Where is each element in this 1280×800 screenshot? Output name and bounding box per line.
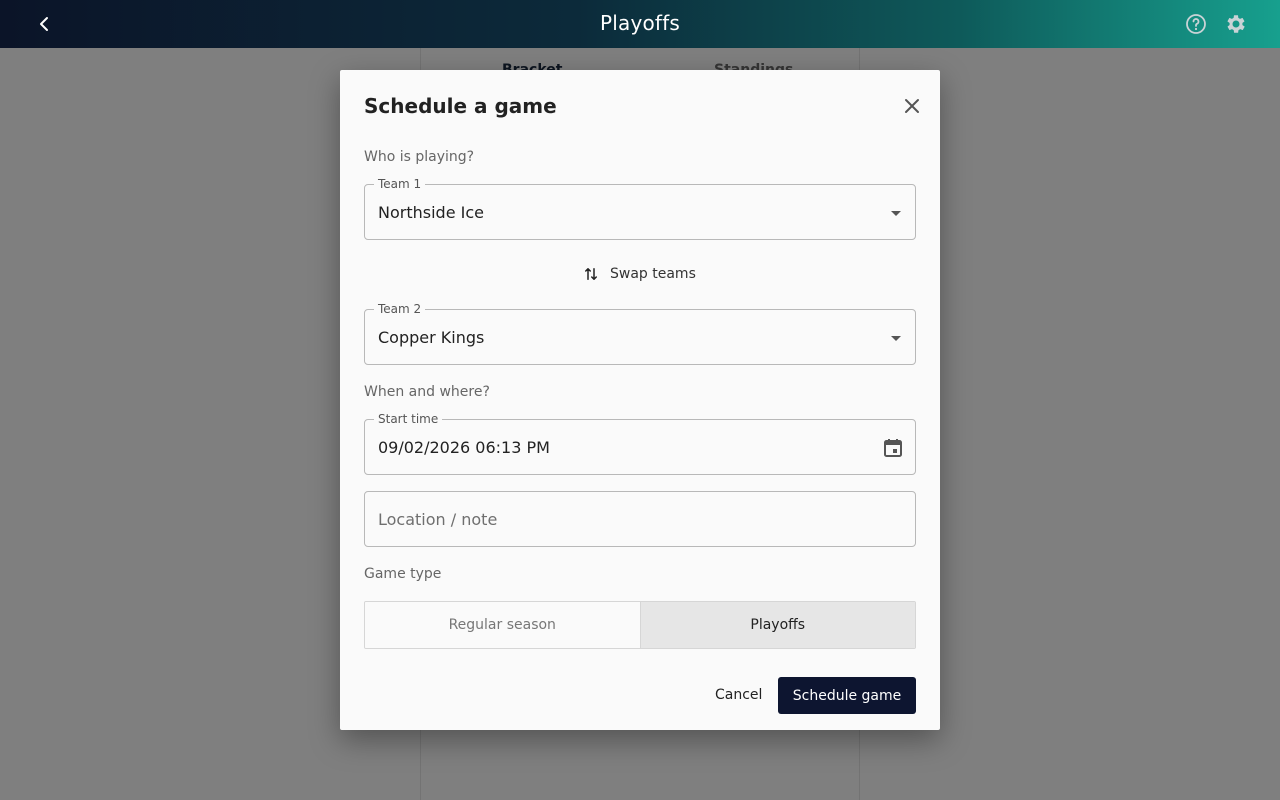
section-label-teams: Who is playing?: [364, 149, 475, 165]
game-type-toggle: Regular season Playoffs: [364, 601, 916, 649]
gear-icon[interactable]: [1224, 12, 1248, 36]
cancel-button[interactable]: Cancel: [706, 677, 771, 713]
team2-select[interactable]: Team 2 Copper Kings: [364, 302, 916, 365]
dropdown-arrow-icon: [891, 211, 901, 216]
game-type-regular-season[interactable]: Regular season: [365, 602, 641, 648]
team1-select[interactable]: Team 1 Northside Ice: [364, 177, 916, 240]
swap-teams-button[interactable]: Swap teams: [582, 262, 696, 286]
swap-teams-label: Swap teams: [610, 266, 696, 282]
swap-vertical-icon: [585, 268, 597, 280]
team1-value: Northside Ice: [378, 203, 484, 222]
help-circle-icon[interactable]: [1184, 12, 1208, 36]
team1-label: Team 1: [374, 177, 426, 191]
dialog-title: Schedule a game: [364, 94, 557, 118]
start-time-field[interactable]: Start time 09/02/2026 06:13 PM: [364, 412, 916, 475]
location-placeholder: Location / note: [378, 510, 498, 529]
team2-value: Copper Kings: [378, 328, 485, 347]
schedule-game-button[interactable]: Schedule game: [778, 677, 916, 714]
location-field[interactable]: Location / note: [364, 491, 916, 547]
app-bar: Playoffs: [0, 0, 1280, 48]
start-time-label: Start time: [374, 412, 443, 426]
schedule-game-dialog: Schedule a game Who is playing? Team 1 N…: [340, 70, 940, 730]
dropdown-arrow-icon: [891, 336, 901, 341]
start-time-value: 09/02/2026 06:13 PM: [378, 438, 550, 457]
team2-label: Team 2: [374, 302, 426, 316]
section-label-when: When and where?: [364, 384, 490, 400]
page-title: Playoffs: [599, 11, 681, 35]
calendar-icon[interactable]: [881, 436, 905, 460]
game-type-playoffs[interactable]: Playoffs: [640, 602, 915, 648]
close-icon[interactable]: [900, 94, 924, 118]
section-label-game-type: Game type: [364, 566, 442, 582]
